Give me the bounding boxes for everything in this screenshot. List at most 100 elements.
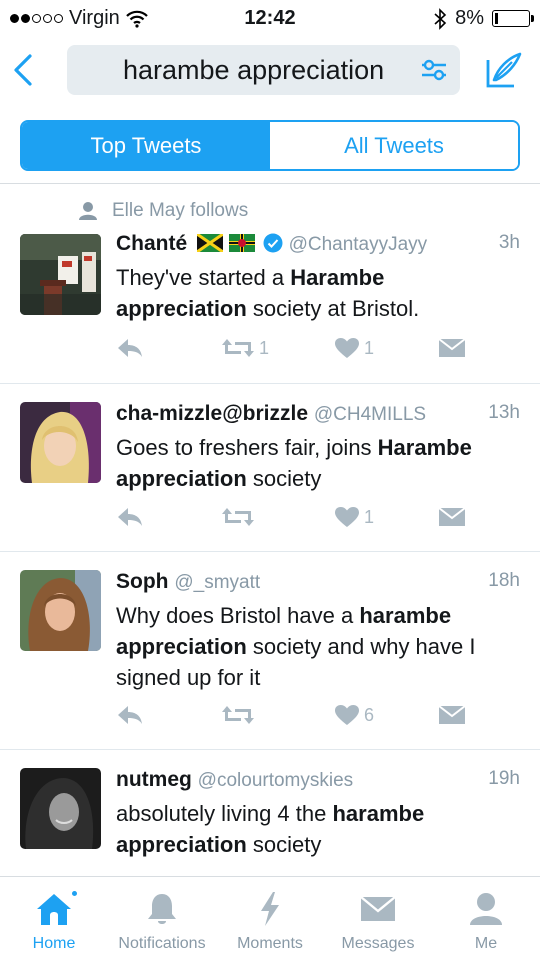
direct-message-button[interactable] xyxy=(438,506,466,528)
battery-icon xyxy=(492,10,534,27)
like-button[interactable]: 6 xyxy=(334,704,374,726)
tweet[interactable]: cha-mizzle@brizzle @CH4MILLS 13h Goes to… xyxy=(0,384,540,552)
tab-messages[interactable]: Messages xyxy=(324,877,432,960)
tab-label: Notifications xyxy=(118,935,206,952)
heart-icon xyxy=(335,507,359,527)
avatar-photo xyxy=(20,234,101,315)
search-header: harambe appreciation xyxy=(0,36,540,106)
envelope-icon xyxy=(360,896,396,921)
reply-icon xyxy=(118,508,142,526)
tweet-text-part: Goes to freshers fair, joins xyxy=(116,435,378,460)
tweet-text-part: They've started a xyxy=(116,265,291,290)
verified-badge-icon xyxy=(263,233,283,253)
user-handle[interactable]: @ChantayyJayy xyxy=(289,234,428,255)
retweet-button[interactable]: 1 xyxy=(221,337,269,359)
reply-button[interactable] xyxy=(116,337,144,359)
like-count: 1 xyxy=(364,337,375,358)
tab-notifications[interactable]: Notifications xyxy=(108,877,216,960)
jamaica-flag-icon xyxy=(196,232,224,254)
tweet-header: Soph @_smyatt 18h xyxy=(116,570,520,600)
reply-button[interactable] xyxy=(116,704,144,726)
user-name[interactable]: Chanté xyxy=(116,232,187,255)
lightning-icon xyxy=(261,892,279,926)
bottom-tab-bar: Home Notifications Moments Messages Me xyxy=(0,876,540,960)
user-name[interactable]: cha-mizzle@brizzle xyxy=(116,402,308,425)
like-count: 1 xyxy=(364,506,375,527)
tweet-content: Soph @_smyatt 18h Why does Bristol have … xyxy=(116,570,520,693)
tab-home[interactable]: Home xyxy=(0,877,108,960)
social-context: Elle May follows xyxy=(78,200,248,222)
tab-label: Messages xyxy=(341,935,415,952)
reply-button[interactable] xyxy=(116,506,144,528)
tweet[interactable]: Soph @_smyatt 18h Why does Bristol have … xyxy=(0,552,540,750)
retweet-icon xyxy=(222,508,254,526)
retweet-icon xyxy=(222,706,254,724)
user-name[interactable]: Soph xyxy=(116,570,169,593)
user-handle[interactable]: @colourtomyskies xyxy=(198,770,354,791)
user-name[interactable]: nutmeg xyxy=(116,768,192,791)
tab-label: Home xyxy=(32,935,76,952)
bluetooth-icon xyxy=(434,7,447,30)
avatar-photo xyxy=(20,402,101,483)
tweet-text-part: society xyxy=(246,466,322,491)
tab-label: Moments xyxy=(237,935,303,952)
direct-message-button[interactable] xyxy=(438,337,466,359)
user-handle[interactable]: @_smyatt xyxy=(174,572,260,593)
tweet-header: cha-mizzle@brizzle @CH4MILLS 13h xyxy=(116,402,520,432)
envelope-icon xyxy=(438,705,466,724)
back-arrow-icon[interactable] xyxy=(8,48,40,92)
tab-all-tweets[interactable]: All Tweets xyxy=(270,122,518,169)
tab-moments[interactable]: Moments xyxy=(216,877,324,960)
tweet-text-part: society xyxy=(246,832,322,857)
tweet-text: They've started a Harambe appreciation s… xyxy=(116,262,520,324)
envelope-icon xyxy=(438,338,466,357)
tweet-text-part: Why does Bristol have a xyxy=(116,603,360,628)
person-icon xyxy=(79,202,97,220)
tweet-text: Why does Bristol have a harambe apprecia… xyxy=(116,600,520,693)
avatar-photo xyxy=(20,570,101,651)
tweet-content: cha-mizzle@brizzle @CH4MILLS 13h Goes to… xyxy=(116,402,520,494)
avatar-photo xyxy=(20,768,101,849)
status-bar: Virgin 12:42 8% xyxy=(0,0,540,36)
retweet-icon xyxy=(222,339,254,357)
battery-percent: 8% xyxy=(455,7,484,29)
home-icon xyxy=(37,894,71,925)
envelope-icon xyxy=(438,507,466,526)
tweet[interactable]: Elle May follows Chanté @ChantayyJayy 3h… xyxy=(0,184,540,384)
reply-icon xyxy=(118,706,142,724)
tab-top-tweets[interactable]: Top Tweets xyxy=(22,122,270,169)
heart-icon xyxy=(335,338,359,358)
tweet-header: nutmeg @colourtomyskies 19h xyxy=(116,768,520,798)
heart-icon xyxy=(335,705,359,725)
tweet-actions: 6 xyxy=(116,704,520,734)
like-button[interactable]: 1 xyxy=(334,506,374,528)
like-count: 6 xyxy=(364,704,375,725)
like-button[interactable]: 1 xyxy=(334,337,374,359)
avatar[interactable] xyxy=(20,402,101,483)
retweet-button[interactable] xyxy=(221,704,259,726)
filter-icon[interactable] xyxy=(420,57,448,83)
search-input[interactable]: harambe appreciation xyxy=(67,45,460,95)
compose-tweet-icon[interactable] xyxy=(484,50,524,90)
avatar[interactable] xyxy=(20,768,101,849)
direct-message-button[interactable] xyxy=(438,704,466,726)
tweet-text-part: absolutely living 4 the xyxy=(116,801,333,826)
tweet[interactable]: nutmeg @colourtomyskies 19h absolutely l… xyxy=(0,750,540,876)
tweet-actions: 1 xyxy=(116,506,520,536)
dominica-flag-icon xyxy=(228,234,255,252)
social-context-text: Elle May follows xyxy=(112,200,249,221)
user-handle[interactable]: @CH4MILLS xyxy=(314,404,426,425)
avatar[interactable] xyxy=(20,234,101,315)
tab-me[interactable]: Me xyxy=(432,877,540,960)
avatar[interactable] xyxy=(20,570,101,651)
tweet-time: 13h xyxy=(488,402,520,423)
retweet-button[interactable] xyxy=(221,506,259,528)
tweet-text: absolutely living 4 the harambe apprecia… xyxy=(116,798,520,860)
search-query[interactable]: harambe appreciation xyxy=(123,55,384,86)
retweet-count: 1 xyxy=(259,337,270,358)
tweet-content: nutmeg @colourtomyskies 19h absolutely l… xyxy=(116,768,520,860)
tweet-time: 18h xyxy=(488,570,520,591)
battery-group: 8% xyxy=(433,7,534,30)
tweet-time: 19h xyxy=(488,768,520,789)
person-icon xyxy=(470,893,502,925)
